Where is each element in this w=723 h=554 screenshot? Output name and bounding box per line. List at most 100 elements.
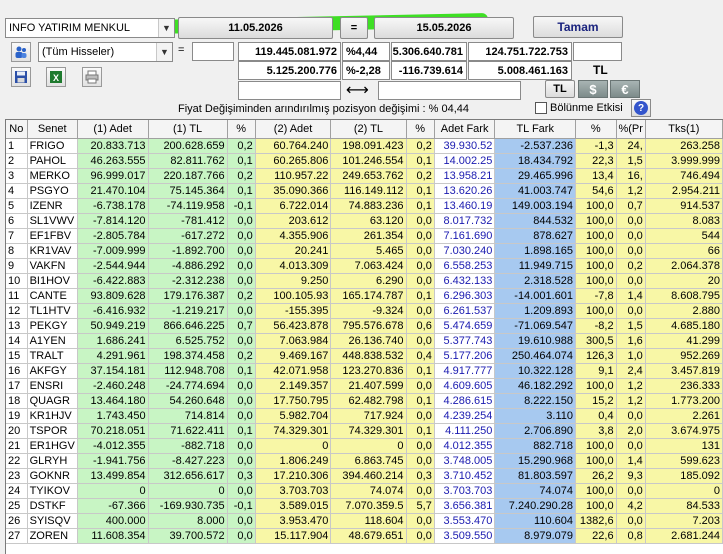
tl-currency-button[interactable]: TL bbox=[545, 80, 575, 98]
table-cell: 3.674.975 bbox=[645, 423, 723, 439]
table-cell: 0,0 bbox=[406, 303, 435, 319]
table-row[interactable]: 19 KR1HJV 1.743.450 714.814 0,0 5.982.704 717.… bbox=[6, 408, 723, 424]
ok-button[interactable]: Tamam bbox=[533, 16, 623, 38]
column-header[interactable]: Adet Fark bbox=[434, 120, 496, 139]
equals-button[interactable]: = bbox=[340, 17, 368, 39]
table-cell: 50.949.219 bbox=[77, 318, 149, 334]
checkbox-box[interactable] bbox=[535, 102, 547, 114]
save-icon[interactable] bbox=[11, 67, 31, 87]
svg-text:X: X bbox=[53, 73, 59, 83]
range-input-left[interactable] bbox=[238, 81, 341, 100]
table-cell: 19 bbox=[6, 408, 28, 424]
table-row[interactable]: 12 TL1HTV -6.416.932 -1.219.217 0,0 -155.395-… bbox=[6, 303, 723, 319]
table-cell: 9.469.167 bbox=[255, 348, 332, 364]
table-row[interactable]: 2 PAHOL 46.263.555 82.811.762 0,1 60.265.806 1… bbox=[6, 153, 723, 169]
help-button[interactable]: ? bbox=[631, 99, 651, 117]
table-cell: 179.176.387 bbox=[148, 288, 228, 304]
column-header[interactable]: (1) Adet bbox=[77, 120, 149, 139]
position-table[interactable]: No Senet (1) Adet (1) TL% (2) Adet (2) TL% Ade… bbox=[5, 119, 723, 554]
table-row[interactable]: 13 PEKGY 50.949.219 866.646.225 0,7 56.423.87… bbox=[6, 318, 723, 334]
table-cell: 0,3 bbox=[227, 468, 256, 484]
table-row[interactable]: 20 TSPOR 70.218.051 71.622.411 0,1 74.329.301… bbox=[6, 423, 723, 439]
stock-filter-select[interactable]: (Tüm Hisseler) ▼ bbox=[38, 42, 173, 62]
table-row[interactable]: 5 IZENR -6.738.178 -74.119.958 -0,1 6.722.014… bbox=[6, 198, 723, 214]
table-cell: 22,6 bbox=[575, 528, 617, 544]
chevron-down-icon[interactable]: ▼ bbox=[156, 43, 172, 61]
column-header[interactable]: (2) Adet bbox=[255, 120, 332, 139]
table-cell: 100,0 bbox=[575, 453, 617, 469]
table-cell: BI1HOV bbox=[27, 273, 78, 289]
table-row[interactable]: 4 PSGYO 21.470.104 75.145.364 0,1 35.090.366 1… bbox=[6, 183, 723, 199]
column-header[interactable]: % bbox=[406, 120, 435, 139]
table-row[interactable]: 27 ZOREN 11.608.354 39.700.572 0,0 15.117.904… bbox=[6, 528, 723, 544]
table-cell: 29.465.996 bbox=[494, 168, 576, 184]
stock-search-input[interactable] bbox=[192, 42, 234, 61]
table-cell: 15.290.968 bbox=[494, 453, 576, 469]
people-icon[interactable] bbox=[11, 42, 31, 62]
broker-select[interactable]: INFO YATIRIM MENKUL ▼ bbox=[5, 18, 175, 38]
table-cell: 11 bbox=[6, 288, 28, 304]
excel-icon[interactable]: X bbox=[46, 67, 66, 87]
table-cell: -2.312.238 bbox=[148, 273, 228, 289]
column-header[interactable]: No bbox=[6, 120, 28, 139]
table-row[interactable]: 22 GLRYH -1.941.756 -8.427.223 0,0 1.806.249 6… bbox=[6, 453, 723, 469]
table-cell: 118.604 bbox=[330, 513, 407, 529]
table-row[interactable]: 11 CANTE 93.809.628 179.176.387 0,2 100.105.9… bbox=[6, 288, 723, 304]
table-cell: 2.880 bbox=[645, 303, 723, 319]
range-input-right[interactable] bbox=[378, 81, 521, 100]
end-date-button[interactable]: 15.05.2026 bbox=[374, 17, 514, 39]
table-row[interactable]: 10 BI1HOV -6.422.883 -2.312.238 0,0 9.250 6.29… bbox=[6, 273, 723, 289]
table-row[interactable]: 16 AKFGY 37.154.181 112.948.708 0,1 42.071.95… bbox=[6, 363, 723, 379]
table-row[interactable]: 14 A1YEN 1.686.241 6.525.752 0,0 7.063.984 26.… bbox=[6, 333, 723, 349]
table-cell: MERKO bbox=[27, 168, 78, 184]
table-cell: 14.002.25 bbox=[434, 153, 496, 169]
usd-currency-button[interactable]: $ bbox=[578, 80, 608, 98]
table-row[interactable]: 15 TRALT 4.291.961 198.374.458 0,2 9.469.167 4… bbox=[6, 348, 723, 364]
table-row[interactable]: 6 SL1VWV -7.814.120 -781.412 0,0 203.612 63.12… bbox=[6, 213, 723, 229]
table-row[interactable]: 24 TYIKOV 0 0 0,0 3.703.703 74.074 0,0 3.703.703… bbox=[6, 483, 723, 499]
table-cell: 96.999.017 bbox=[77, 168, 149, 184]
table-row[interactable]: 18 QUAGR 13.464.180 54.260.648 0,0 17.750.795… bbox=[6, 393, 723, 409]
column-header[interactable]: Tks(1) bbox=[645, 120, 723, 139]
column-header[interactable]: %(Pr bbox=[616, 120, 646, 139]
table-cell: 9,1 bbox=[575, 363, 617, 379]
table-cell: 0,6 bbox=[406, 318, 435, 334]
table-row[interactable]: 3 MERKO 96.999.017 220.187.766 0,2 110.957.22… bbox=[6, 168, 723, 184]
table-cell: 48.679.651 bbox=[330, 528, 407, 544]
split-effect-checkbox[interactable]: Bölünme Etkisi bbox=[535, 102, 623, 114]
table-cell: 13.460.19 bbox=[434, 198, 496, 214]
chevron-down-icon[interactable]: ▼ bbox=[158, 19, 174, 37]
table-cell: 2.318.528 bbox=[494, 273, 576, 289]
table-cell: 878.627 bbox=[494, 228, 576, 244]
table-row[interactable]: 21 ER1HGV -4.012.355 -882.718 0,0 0 0 0,0 4.012.… bbox=[6, 438, 723, 454]
table-header: No Senet (1) Adet (1) TL% (2) Adet (2) TL% Ade… bbox=[6, 120, 723, 139]
table-cell: 6 bbox=[6, 213, 28, 229]
column-header[interactable]: (1) TL bbox=[148, 120, 228, 139]
table-cell: 0,0 bbox=[227, 258, 256, 274]
table-cell: EF1FBV bbox=[27, 228, 78, 244]
table-row[interactable]: 1 FRIGO 20.833.713 200.628.659 0,2 60.764.240… bbox=[6, 138, 723, 154]
table-row[interactable]: 25 DSTKF -67.366 -169.930.735 -0,1 3.589.015 7… bbox=[6, 498, 723, 514]
print-icon[interactable] bbox=[82, 67, 102, 87]
column-header[interactable]: TL Fark bbox=[494, 120, 576, 139]
table-cell: 110.604 bbox=[494, 513, 576, 529]
table-row[interactable]: 17 ENSRI -2.460.248 -24.774.694 0,0 2.149.357… bbox=[6, 378, 723, 394]
table-cell: 16 bbox=[6, 363, 28, 379]
table-row[interactable]: 7 EF1FBV -2.805.784 -617.272 0,0 4.355.906 261… bbox=[6, 228, 723, 244]
start-date-button[interactable]: 11.05.2026 bbox=[178, 17, 333, 39]
column-header[interactable]: (2) TL bbox=[330, 120, 407, 139]
table-cell: 20 bbox=[645, 273, 723, 289]
table-cell: 8 bbox=[6, 243, 28, 259]
column-header[interactable]: % bbox=[227, 120, 256, 139]
table-cell: 1,2 bbox=[616, 393, 646, 409]
eur-currency-button[interactable]: € bbox=[610, 80, 640, 98]
table-row[interactable]: 8 KR1VAV -7.009.999 -1.892.700 0,0 20.241 5.46… bbox=[6, 243, 723, 259]
table-row[interactable]: 23 GOKNR 13.499.854 312.656.617 0,3 17.210.30… bbox=[6, 468, 723, 484]
table-cell: 84.533 bbox=[645, 498, 723, 514]
table-cell: 37.154.181 bbox=[77, 363, 149, 379]
table-row[interactable]: 9 VAKFN -2.544.944 -4.886.292 0,0 4.013.309 7.… bbox=[6, 258, 723, 274]
table-cell: 15.117.904 bbox=[255, 528, 332, 544]
column-header[interactable]: % bbox=[575, 120, 617, 139]
column-header[interactable]: Senet bbox=[27, 120, 78, 139]
table-row[interactable]: 26 SYISQV 400.000 8.000 0,0 3.953.470 118.604 0… bbox=[6, 513, 723, 529]
